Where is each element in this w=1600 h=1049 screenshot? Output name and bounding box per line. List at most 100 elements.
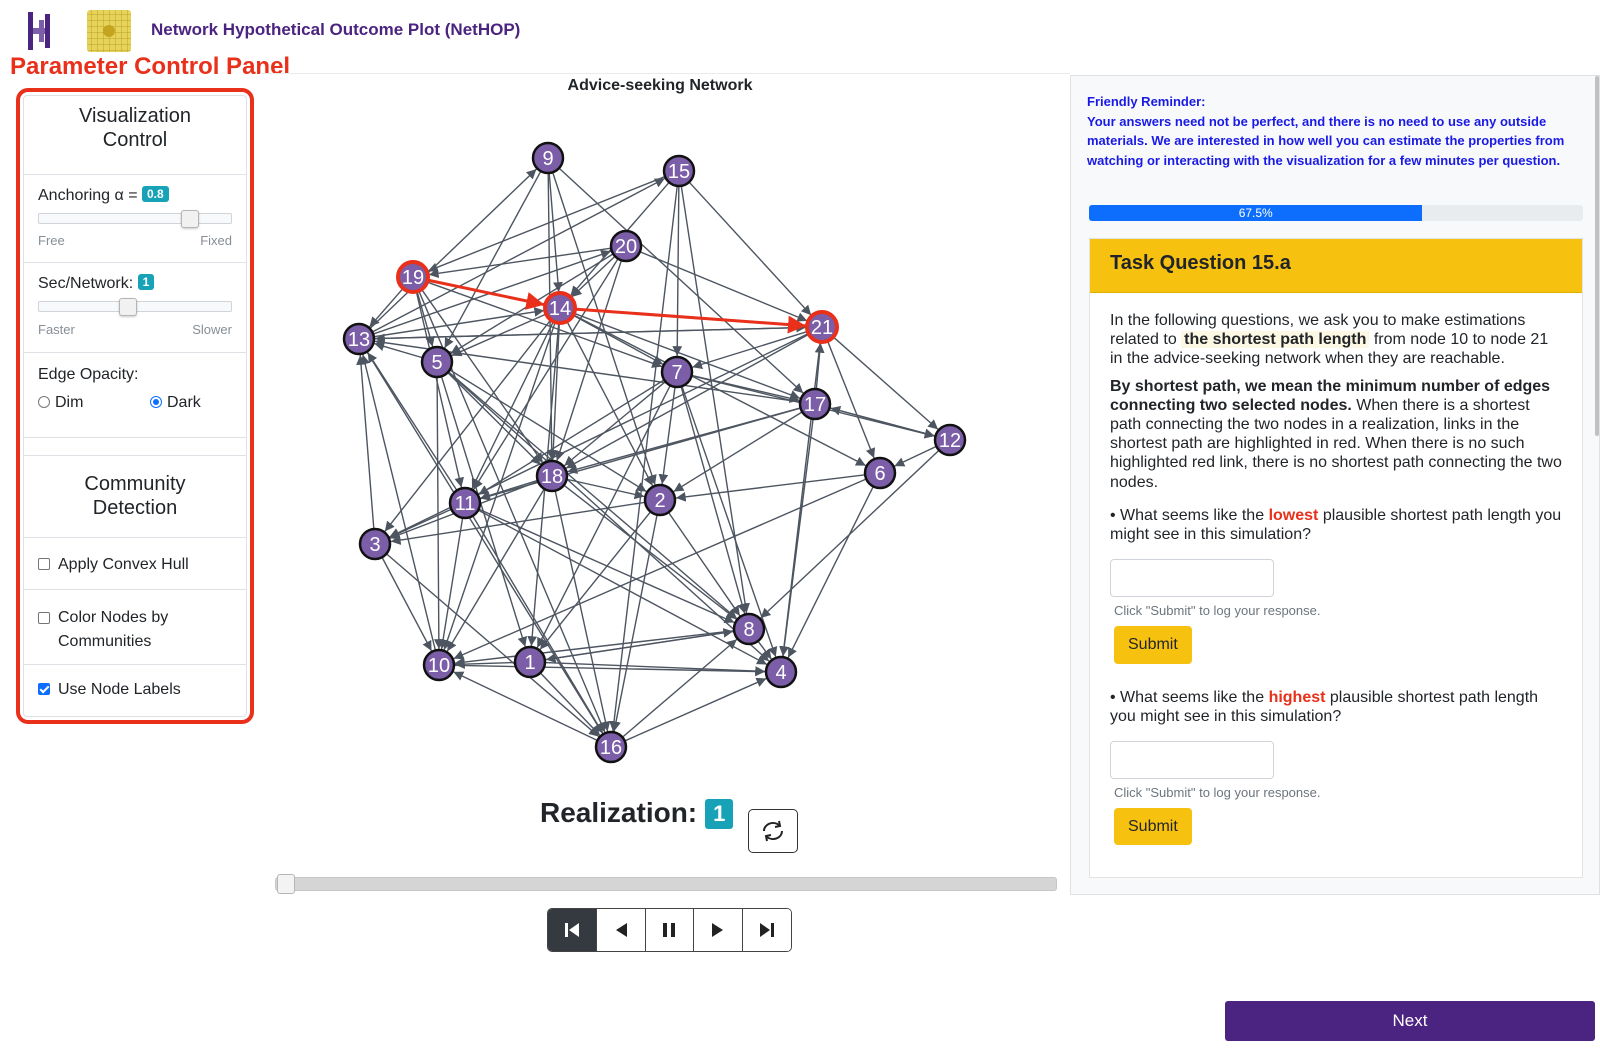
node-15[interactable]: 15 (662, 154, 696, 188)
node-19[interactable]: 19 (396, 260, 430, 294)
node-12[interactable]: 12 (933, 423, 967, 457)
submit-lowest-button[interactable]: Submit (1114, 626, 1192, 664)
use-node-labels-label: Use Node Labels (58, 681, 181, 698)
realization-timeline-slider[interactable] (275, 874, 1057, 894)
pause-button[interactable] (644, 909, 694, 951)
refresh-button[interactable] (748, 809, 798, 853)
panel-scrollbar[interactable] (1595, 76, 1599, 436)
edge-opacity-dim-option[interactable]: Dim (38, 394, 83, 412)
question-highest: • What seems like the highest plausible … (1110, 688, 1562, 726)
edge-15-21 (688, 181, 812, 316)
reminder-title: Friendly Reminder: (1087, 94, 1206, 109)
node-3[interactable]: 3 (358, 527, 392, 561)
node-20[interactable]: 20 (609, 229, 643, 263)
timeline-slider-thumb[interactable] (277, 874, 295, 894)
sec-network-slider-thumb[interactable] (119, 298, 137, 316)
task-title: Task Question 15.a (1090, 239, 1582, 293)
node-18[interactable]: 18 (535, 459, 569, 493)
next-button[interactable]: Next (1225, 1001, 1595, 1041)
node-9[interactable]: 9 (531, 141, 565, 175)
divider (24, 437, 246, 438)
node-1[interactable]: 1 (513, 645, 547, 679)
lowest-answer-input[interactable] (1110, 559, 1274, 598)
header-divider (260, 73, 1070, 74)
node-4[interactable]: 4 (764, 655, 798, 689)
highlighted-edge-19-14 (427, 278, 545, 310)
parameter-control-panel: Visualization Control Anchoring α = 0.8 … (23, 95, 247, 717)
node-label: 3 (369, 534, 380, 556)
convex-hull-checkbox[interactable] (38, 558, 50, 570)
node-11[interactable]: 11 (448, 486, 482, 520)
anchoring-slider[interactable] (38, 210, 232, 228)
color-nodes-option[interactable]: Color Nodes by Communities (38, 606, 208, 654)
node-7[interactable]: 7 (660, 355, 694, 389)
progress-fill: 67.5% (1089, 205, 1423, 221)
node-13[interactable]: 13 (342, 322, 376, 356)
edge-3-16 (385, 553, 600, 738)
sec-network-slider[interactable] (38, 298, 232, 316)
visualization-control-heading: Visualization Control (79, 105, 191, 151)
refresh-icon (762, 820, 784, 842)
convex-hull-option[interactable]: Apply Convex Hull (38, 556, 189, 574)
highest-answer-input[interactable] (1110, 741, 1274, 780)
edge-16-4 (624, 677, 767, 742)
divider (24, 589, 246, 590)
edge-19-11 (415, 291, 464, 488)
convex-hull-label: Apply Convex Hull (58, 556, 189, 573)
node-label: 13 (348, 329, 370, 351)
node-8[interactable]: 8 (732, 612, 766, 646)
edge-2-3 (390, 501, 646, 545)
node-label: 12 (939, 430, 961, 452)
logo-image-icon (87, 10, 131, 52)
node-14[interactable]: 14 (543, 291, 577, 325)
dark-radio-label: Dark (167, 394, 201, 411)
sec-network-value-badge: 1 (137, 274, 155, 290)
edge-10-4 (453, 664, 766, 677)
edge-5-13 (374, 341, 423, 359)
highlighted-edge-14-21 (574, 307, 807, 334)
friendly-reminder: Friendly Reminder: Your answers need not… (1087, 92, 1577, 170)
anchoring-slider-thumb[interactable] (181, 210, 199, 228)
node-label: 11 (455, 493, 476, 515)
next-step-button[interactable] (693, 909, 743, 951)
node-label: 14 (549, 298, 571, 320)
edge-13-9 (369, 168, 537, 330)
last-button[interactable] (742, 909, 791, 951)
edge-7-17 (691, 374, 800, 403)
node-21[interactable]: 21 (805, 310, 839, 344)
node-10[interactable]: 10 (422, 648, 456, 682)
edge-12-6 (894, 445, 937, 467)
node-17[interactable]: 17 (798, 387, 832, 421)
node-label: 7 (671, 362, 682, 384)
q2-keyword: highest (1268, 688, 1326, 706)
submit-highest-button[interactable]: Submit (1114, 808, 1192, 846)
use-node-labels-checkbox[interactable] (38, 683, 50, 695)
edge-1-16 (539, 672, 601, 736)
edge-18-2 (566, 478, 645, 500)
color-nodes-checkbox[interactable] (38, 612, 50, 624)
app-logo-icon (28, 12, 50, 50)
next-icon (712, 923, 724, 937)
task-body: In the following questions, we ask you t… (1090, 293, 1582, 863)
node-16[interactable]: 16 (594, 730, 628, 764)
node-5[interactable]: 5 (420, 345, 454, 379)
node-2[interactable]: 2 (643, 483, 677, 517)
dark-radio[interactable] (150, 396, 162, 408)
node-label: 9 (542, 148, 553, 170)
edge-8-1 (545, 630, 735, 664)
edge-17-2 (673, 411, 803, 493)
dim-radio[interactable] (38, 396, 50, 408)
realization-value-badge: 1 (705, 799, 734, 829)
edge-12-8 (760, 449, 940, 619)
first-icon (564, 923, 579, 937)
network-graph[interactable]: 123456789101112131415161718192021 (300, 100, 1020, 790)
edge-opacity-label: Edge Opacity: (38, 366, 139, 383)
node-6[interactable]: 6 (863, 456, 897, 490)
edge-9-5 (444, 170, 542, 349)
realization-label: Realization: (540, 797, 698, 828)
previous-button[interactable] (595, 909, 645, 951)
edge-opacity-dark-option[interactable]: Dark (150, 394, 201, 412)
use-node-labels-option[interactable]: Use Node Labels (38, 681, 181, 699)
first-button[interactable] (548, 909, 596, 951)
anchoring-label: Anchoring α = (38, 187, 138, 204)
